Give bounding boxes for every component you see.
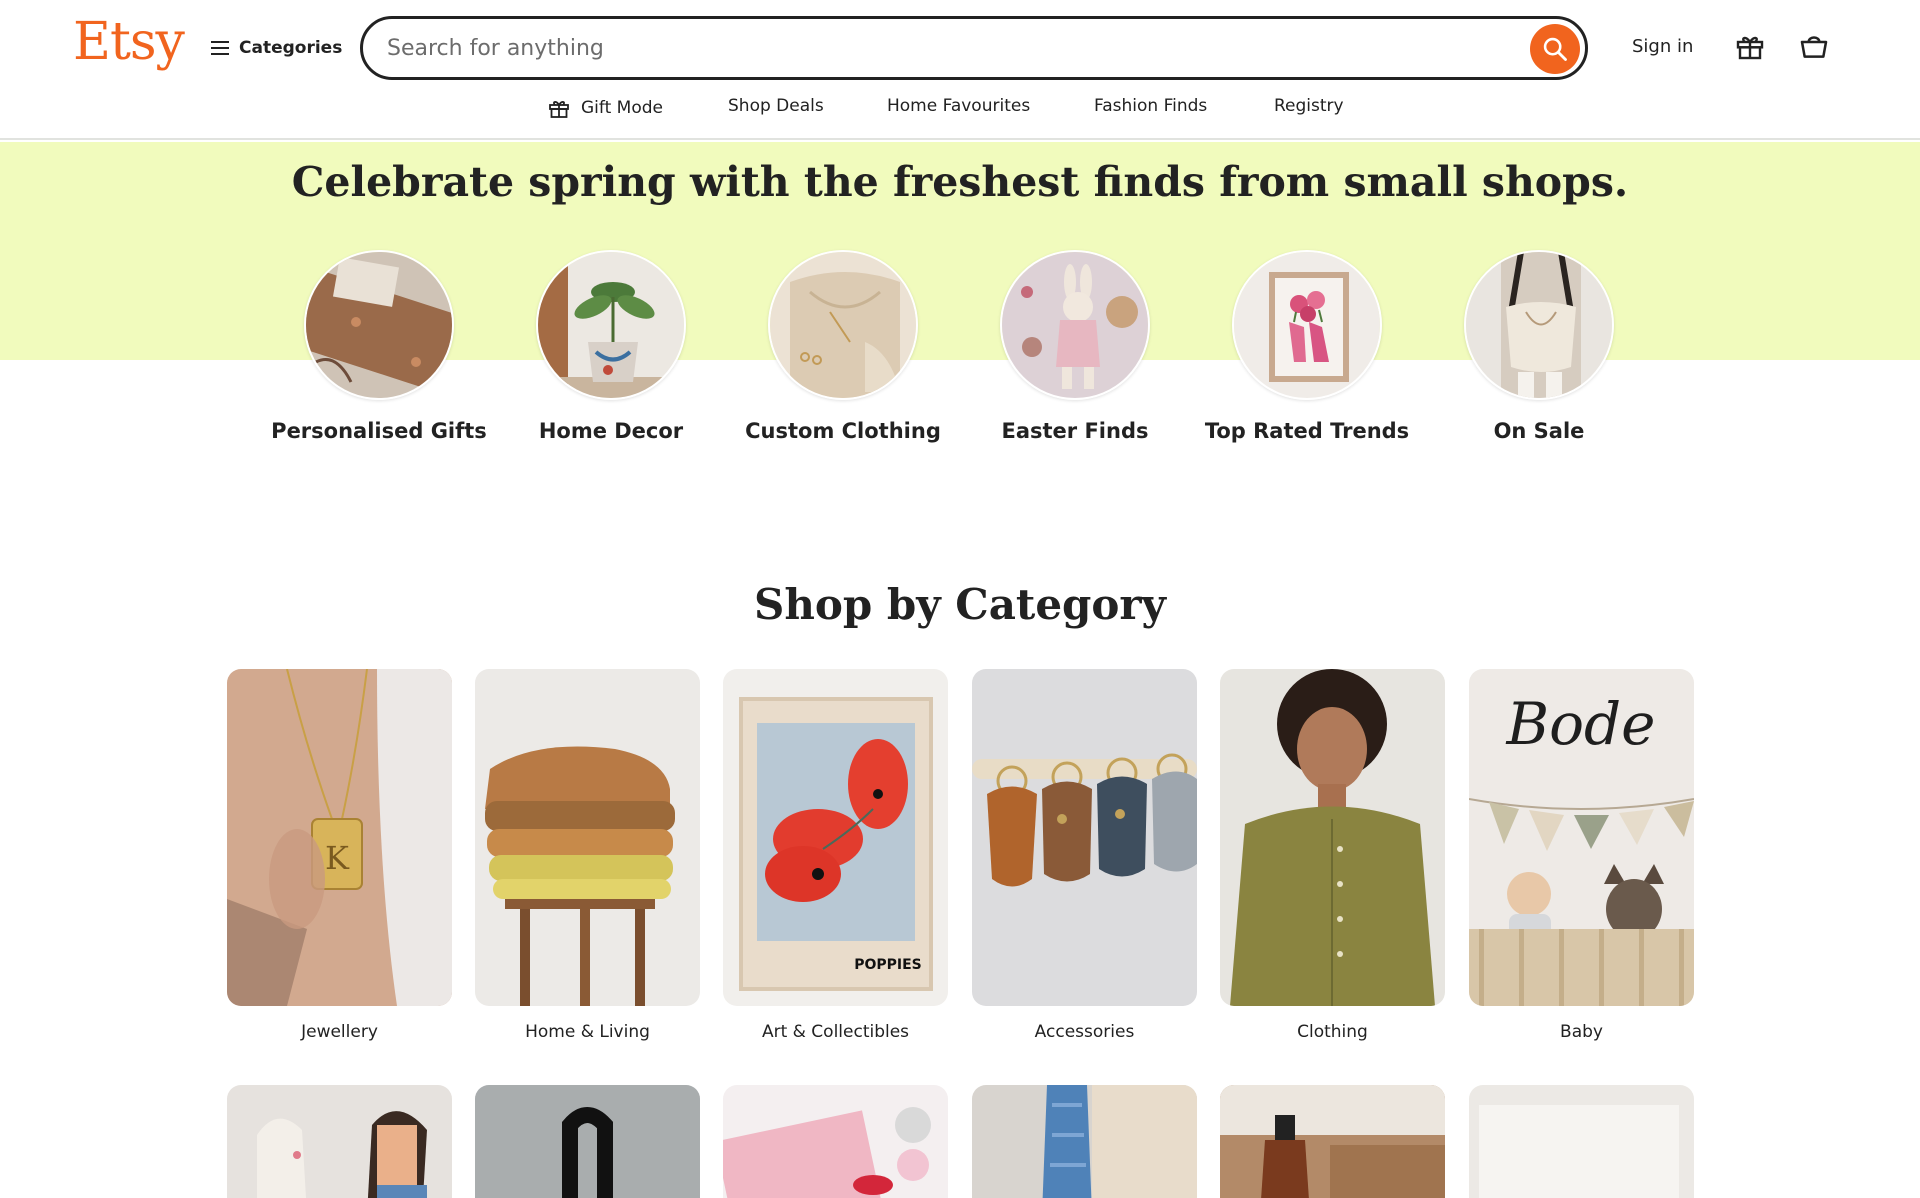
category-card-clothing[interactable]: Clothing xyxy=(1220,669,1445,1042)
art-collectibles-image: POPPIES xyxy=(723,669,948,1006)
gift-icon xyxy=(1736,36,1764,60)
menu-icon xyxy=(211,41,229,55)
baby-sign-text: Bode xyxy=(1506,690,1656,758)
category-card-row2-2[interactable] xyxy=(475,1085,700,1198)
secondary-nav: Gift Mode Shop Deals Home Favourites Fas… xyxy=(0,96,1920,122)
gift-icon xyxy=(549,101,569,118)
personalised-gifts-image xyxy=(304,250,454,400)
category-image xyxy=(1220,1085,1445,1198)
category-card-row2-6[interactable] xyxy=(1469,1085,1694,1198)
category-image xyxy=(1469,1085,1694,1198)
circle-label: Custom Clothing xyxy=(745,419,941,443)
nav-item-gift-mode[interactable]: Gift Mode xyxy=(547,96,663,120)
shop-by-category-title: Shop by Category xyxy=(754,580,1166,629)
nav-item-shop-deals[interactable]: Shop Deals xyxy=(728,96,824,116)
search-input[interactable] xyxy=(387,19,1487,77)
search-icon xyxy=(1543,37,1567,61)
easter-finds-image xyxy=(1000,250,1150,400)
home-decor-image xyxy=(536,250,686,400)
on-sale-image xyxy=(1464,250,1614,400)
category-card-row2-5[interactable] xyxy=(1220,1085,1445,1198)
art-print-title: POPPIES xyxy=(854,957,922,973)
circle-home-decor[interactable]: Home Decor xyxy=(536,250,686,443)
circle-label: Home Decor xyxy=(538,419,684,443)
nav-item-label: Fashion Finds xyxy=(1094,96,1208,116)
circle-label: Top Rated Trends xyxy=(1204,419,1410,443)
svg-text:K: K xyxy=(325,839,350,877)
cart-icon xyxy=(1800,36,1828,58)
category-label: Home & Living xyxy=(525,1022,650,1042)
category-label: Clothing xyxy=(1297,1022,1368,1042)
category-card-baby[interactable]: Bode Baby xyxy=(1469,669,1694,1042)
clothing-image xyxy=(1220,669,1445,1006)
gift-mode-button[interactable] xyxy=(1734,30,1766,62)
category-card-row2-4[interactable] xyxy=(972,1085,1197,1198)
circle-label: Personalised Gifts xyxy=(271,419,487,443)
sign-in-link[interactable]: Sign in xyxy=(1632,36,1693,57)
hero-title: Celebrate spring with the freshest finds… xyxy=(291,158,1629,206)
nav-item-fashion-finds[interactable]: Fashion Finds xyxy=(1094,96,1207,116)
nav-item-label: Shop Deals xyxy=(728,96,824,116)
categories-label: Categories xyxy=(239,38,343,58)
category-image xyxy=(723,1085,948,1198)
category-card-row2-3[interactable] xyxy=(723,1085,948,1198)
top-rated-trends-image xyxy=(1232,250,1382,400)
search-bar xyxy=(360,16,1588,80)
nav-item-registry[interactable]: Registry xyxy=(1274,96,1344,116)
nav-item-home-favourites[interactable]: Home Favourites xyxy=(887,96,1030,116)
category-label: Jewellery xyxy=(301,1022,378,1042)
baby-image: Bode xyxy=(1469,669,1694,1006)
circle-label: Easter Finds xyxy=(1001,419,1149,443)
nav-item-label: Home Favourites xyxy=(887,96,1031,116)
circle-easter-finds[interactable]: Easter Finds xyxy=(1000,250,1150,443)
cart-button[interactable] xyxy=(1798,30,1830,62)
category-label: Art & Collectibles xyxy=(761,1022,910,1042)
circle-personalised-gifts[interactable]: Personalised Gifts xyxy=(271,250,487,443)
site-header: Etsy Categories Sign in xyxy=(0,0,1920,140)
etsy-logo[interactable]: Etsy xyxy=(73,12,185,72)
category-card-accessories[interactable]: Accessories xyxy=(972,669,1197,1042)
category-image xyxy=(227,1085,452,1198)
circle-custom-clothing[interactable]: Custom Clothing xyxy=(745,250,941,443)
category-card-art-collectibles[interactable]: POPPIES Art & Collectibles xyxy=(723,669,948,1042)
jewellery-image: K xyxy=(227,669,452,1006)
custom-clothing-image xyxy=(768,250,918,400)
circle-label: On Sale xyxy=(1493,419,1585,443)
category-image xyxy=(475,1085,700,1198)
categories-button[interactable]: Categories xyxy=(211,34,342,62)
category-image xyxy=(972,1085,1197,1198)
nav-item-label: Gift Mode xyxy=(581,98,663,118)
category-card-jewellery[interactable]: K Jewellery xyxy=(227,669,452,1042)
circle-on-sale[interactable]: On Sale xyxy=(1464,250,1614,443)
category-label: Accessories xyxy=(1034,1022,1135,1042)
nav-item-label: Registry xyxy=(1274,96,1344,116)
category-card-home-living[interactable]: Home & Living xyxy=(475,669,700,1042)
category-card-row2-1[interactable] xyxy=(227,1085,452,1198)
circle-top-rated-trends[interactable]: Top Rated Trends xyxy=(1205,250,1409,443)
search-button[interactable] xyxy=(1530,24,1580,74)
home-living-image xyxy=(475,669,700,1006)
accessories-image xyxy=(972,669,1197,1006)
category-label: Baby xyxy=(1560,1022,1603,1042)
